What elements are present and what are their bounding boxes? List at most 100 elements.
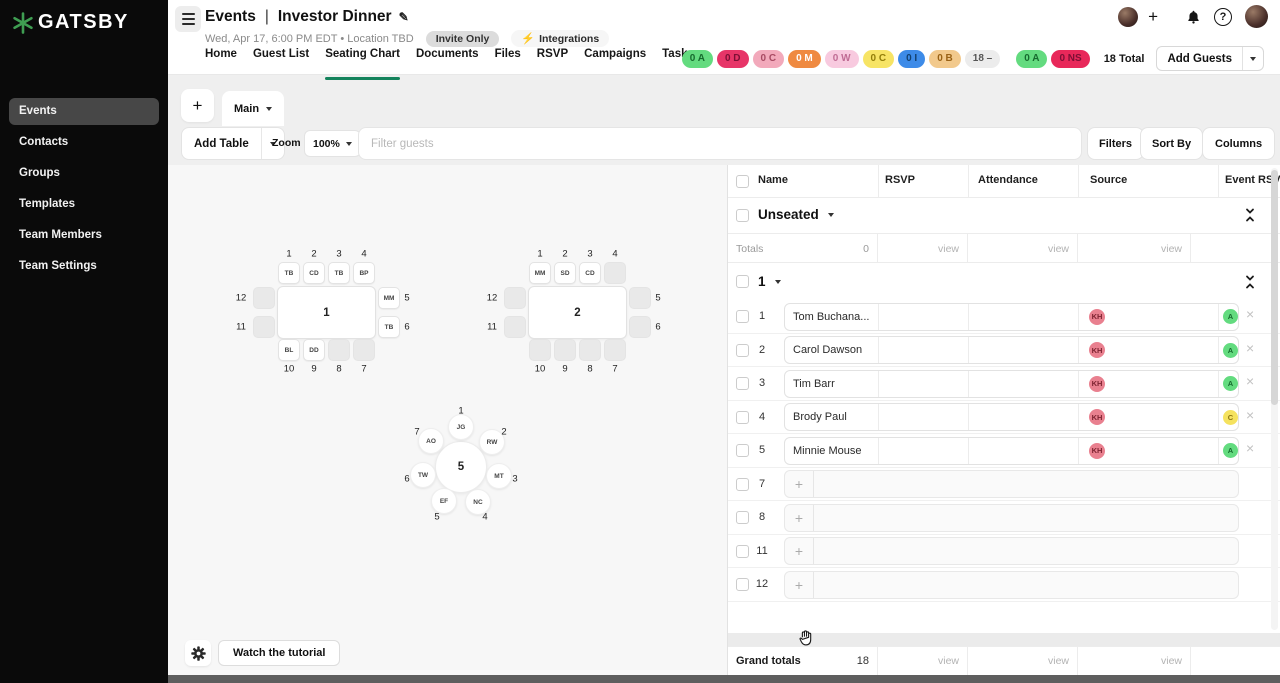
- group-checkbox[interactable]: [736, 275, 749, 288]
- guest-row[interactable]: 12+: [728, 568, 1280, 602]
- add-table-button[interactable]: Add Table: [181, 127, 285, 160]
- stat-badge-0-a[interactable]: 0 A: [1016, 50, 1047, 68]
- settings-button[interactable]: [185, 640, 211, 666]
- seat-2-8[interactable]: [579, 339, 601, 361]
- view-link[interactable]: view: [1078, 234, 1191, 264]
- remove-guest-button[interactable]: ×: [1246, 408, 1254, 422]
- tab-guest-list[interactable]: Guest List: [253, 48, 309, 66]
- edit-icon[interactable]: ✎: [399, 10, 409, 24]
- group-row-unseated[interactable]: Unseated: [728, 198, 1280, 233]
- row-checkbox[interactable]: [736, 344, 749, 357]
- seat-2-12[interactable]: [504, 287, 526, 309]
- seat-1-8[interactable]: [328, 339, 350, 361]
- tab-files[interactable]: Files: [495, 48, 521, 66]
- column-header-attendance[interactable]: Attendance: [978, 174, 1038, 186]
- remove-guest-button[interactable]: ×: [1246, 374, 1254, 388]
- bottom-scrollbar[interactable]: [168, 675, 1280, 683]
- user-avatar[interactable]: [1245, 5, 1268, 28]
- breadcrumb-section[interactable]: Events: [205, 8, 256, 26]
- chevron-down-icon[interactable]: [1243, 57, 1263, 61]
- empty-seat-row[interactable]: +: [784, 571, 1239, 599]
- bell-icon[interactable]: [1186, 9, 1201, 25]
- sidebar-item-groups[interactable]: Groups: [9, 160, 159, 187]
- row-checkbox[interactable]: [736, 411, 749, 424]
- stat-badge-0-d[interactable]: 0 D: [717, 50, 749, 68]
- guest-row-box[interactable]: Tom Buchana...KHA: [784, 303, 1239, 331]
- filters-button[interactable]: Filters: [1087, 127, 1144, 160]
- sidebar-item-team-members[interactable]: Team Members: [9, 222, 159, 249]
- seat-1-3[interactable]: TB: [328, 262, 350, 284]
- seat-5-3[interactable]: MT: [486, 463, 512, 489]
- seat-5-1[interactable]: JG: [448, 414, 474, 440]
- guest-row[interactable]: 7+: [728, 468, 1280, 502]
- row-checkbox[interactable]: [736, 444, 749, 457]
- sheet-tab-main[interactable]: Main: [222, 91, 284, 126]
- remove-guest-button[interactable]: ×: [1246, 441, 1254, 455]
- collapse-icon[interactable]: [1244, 275, 1256, 289]
- sidebar-item-templates[interactable]: Templates: [9, 191, 159, 218]
- group-label[interactable]: 1: [758, 274, 781, 289]
- add-guest-to-seat-button[interactable]: +: [785, 471, 814, 497]
- seat-2-3[interactable]: CD: [579, 262, 601, 284]
- chevron-down-icon[interactable]: [266, 107, 272, 111]
- stat-badge-0-m[interactable]: 0 M: [788, 50, 821, 68]
- seat-1-12[interactable]: [253, 287, 275, 309]
- view-link[interactable]: view: [878, 647, 968, 675]
- empty-seat-row[interactable]: +: [784, 504, 1239, 532]
- seat-1-4[interactable]: BP: [353, 262, 375, 284]
- column-header-source[interactable]: Source: [1090, 174, 1127, 186]
- seat-2-4[interactable]: [604, 262, 626, 284]
- tab-rsvp[interactable]: RSVP: [537, 48, 568, 66]
- empty-seat-row[interactable]: +: [784, 470, 1239, 498]
- row-checkbox[interactable]: [736, 511, 749, 524]
- group-label[interactable]: Unseated: [758, 207, 834, 222]
- seating-canvas[interactable]: 1TB1CD2TB3BP4MM5TB678DD9BL1011122MM1SD2C…: [168, 165, 727, 675]
- view-link[interactable]: view: [1078, 647, 1191, 675]
- guest-row[interactable]: 4Brody PaulKHC×: [728, 401, 1280, 435]
- seat-1-11[interactable]: [253, 316, 275, 338]
- guest-row-box[interactable]: Brody PaulKHC: [784, 403, 1239, 431]
- tab-home[interactable]: Home: [205, 48, 237, 66]
- tab-seating-chart[interactable]: Seating Chart: [325, 48, 400, 66]
- seat-5-5[interactable]: EF: [431, 488, 457, 514]
- guest-row[interactable]: 11+: [728, 535, 1280, 569]
- guest-row-box[interactable]: Minnie MouseKHA: [784, 437, 1239, 465]
- guest-row-box[interactable]: Carol DawsonKHA: [784, 336, 1239, 364]
- seat-2-11[interactable]: [504, 316, 526, 338]
- group-checkbox[interactable]: [736, 209, 749, 222]
- group-row-table-1[interactable]: 1: [728, 263, 1280, 300]
- zoom-select[interactable]: 100%: [304, 130, 361, 157]
- filter-guests-input[interactable]: [358, 127, 1082, 160]
- chevron-down-icon[interactable]: [828, 213, 834, 217]
- guest-row[interactable]: 3Tim BarrKHA×: [728, 367, 1280, 401]
- select-all-checkbox[interactable]: [736, 175, 749, 188]
- sidebar-item-contacts[interactable]: Contacts: [9, 129, 159, 156]
- sort-by-button[interactable]: Sort By: [1140, 127, 1203, 160]
- tab-documents[interactable]: Documents: [416, 48, 479, 66]
- view-link[interactable]: view: [968, 234, 1078, 264]
- seat-1-9[interactable]: DD: [303, 339, 325, 361]
- vertical-scrollbar[interactable]: [1271, 168, 1278, 630]
- chevron-down-icon[interactable]: [775, 280, 781, 284]
- help-icon[interactable]: ?: [1214, 8, 1232, 26]
- scrollbar-thumb[interactable]: [1271, 170, 1278, 405]
- seat-2-2[interactable]: SD: [554, 262, 576, 284]
- column-header-rsvp[interactable]: RSVP: [885, 174, 915, 186]
- seat-1-6[interactable]: TB: [378, 316, 400, 338]
- integrations-button[interactable]: ⚡ Integrations: [511, 30, 609, 47]
- stat-badge-0-b[interactable]: 0 B: [929, 50, 961, 68]
- seat-2-7[interactable]: [604, 339, 626, 361]
- hamburger-menu-button[interactable]: [175, 6, 201, 32]
- remove-guest-button[interactable]: ×: [1246, 341, 1254, 355]
- row-checkbox[interactable]: [736, 478, 749, 491]
- add-sheet-button[interactable]: +: [181, 89, 214, 122]
- sidebar-item-team-settings[interactable]: Team Settings: [9, 253, 159, 280]
- seat-2-9[interactable]: [554, 339, 576, 361]
- row-checkbox[interactable]: [736, 578, 749, 591]
- avatar[interactable]: [1118, 7, 1138, 27]
- seat-2-6[interactable]: [629, 316, 651, 338]
- view-link[interactable]: view: [968, 647, 1078, 675]
- row-checkbox[interactable]: [736, 377, 749, 390]
- empty-seat-row[interactable]: +: [784, 537, 1239, 565]
- stat-badge-0-w[interactable]: 0 W: [825, 50, 859, 68]
